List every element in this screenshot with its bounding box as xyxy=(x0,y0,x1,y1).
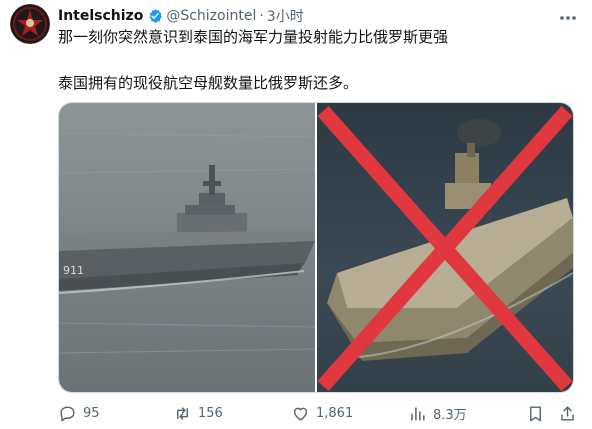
views-count: 8.3万 xyxy=(433,408,467,423)
repost-count: 156 xyxy=(198,406,223,421)
views-button[interactable]: 8.3万 xyxy=(408,404,467,423)
separator-dot: · xyxy=(259,8,264,24)
action-bar: 95 156 1,861 8.3万 xyxy=(58,404,578,426)
bookmark-icon xyxy=(530,406,541,422)
post-timestamp[interactable]: 3小时 xyxy=(267,6,304,26)
hull-number: 911 xyxy=(63,264,84,277)
more-options-icon[interactable] xyxy=(558,10,578,24)
thai-carrier-image[interactable]: 911 xyxy=(59,103,315,392)
russian-carrier-image[interactable] xyxy=(317,103,573,392)
reply-icon xyxy=(60,406,75,422)
like-count: 1,861 xyxy=(316,406,354,421)
post-text-line-1: 那一刻你突然意识到泰国的海军力量投射能力比俄罗斯更强 xyxy=(58,28,449,46)
views-icon xyxy=(411,407,425,421)
share-button[interactable] xyxy=(558,404,583,423)
like-button[interactable]: 1,861 xyxy=(291,404,353,423)
post-header: Intelschizo @Schizointel · 3小时 xyxy=(58,6,304,26)
share-icon xyxy=(561,406,574,421)
post-text-line-2: 泰国拥有的现役航空母舰数量比俄罗斯还多。 xyxy=(58,74,359,92)
bookmark-button[interactable] xyxy=(526,404,551,423)
post-media[interactable]: 911 xyxy=(58,102,574,393)
reply-button[interactable]: 95 xyxy=(58,404,100,423)
avatar-image xyxy=(10,4,50,44)
author-name[interactable]: Intelschizo xyxy=(58,8,143,24)
avatar[interactable] xyxy=(10,4,50,44)
heart-icon xyxy=(293,407,308,421)
reply-count: 95 xyxy=(83,406,100,421)
repost-icon xyxy=(177,407,188,420)
repost-button[interactable]: 156 xyxy=(173,404,223,423)
author-handle[interactable]: @Schizointel xyxy=(166,8,256,24)
verified-badge-icon xyxy=(147,8,163,24)
